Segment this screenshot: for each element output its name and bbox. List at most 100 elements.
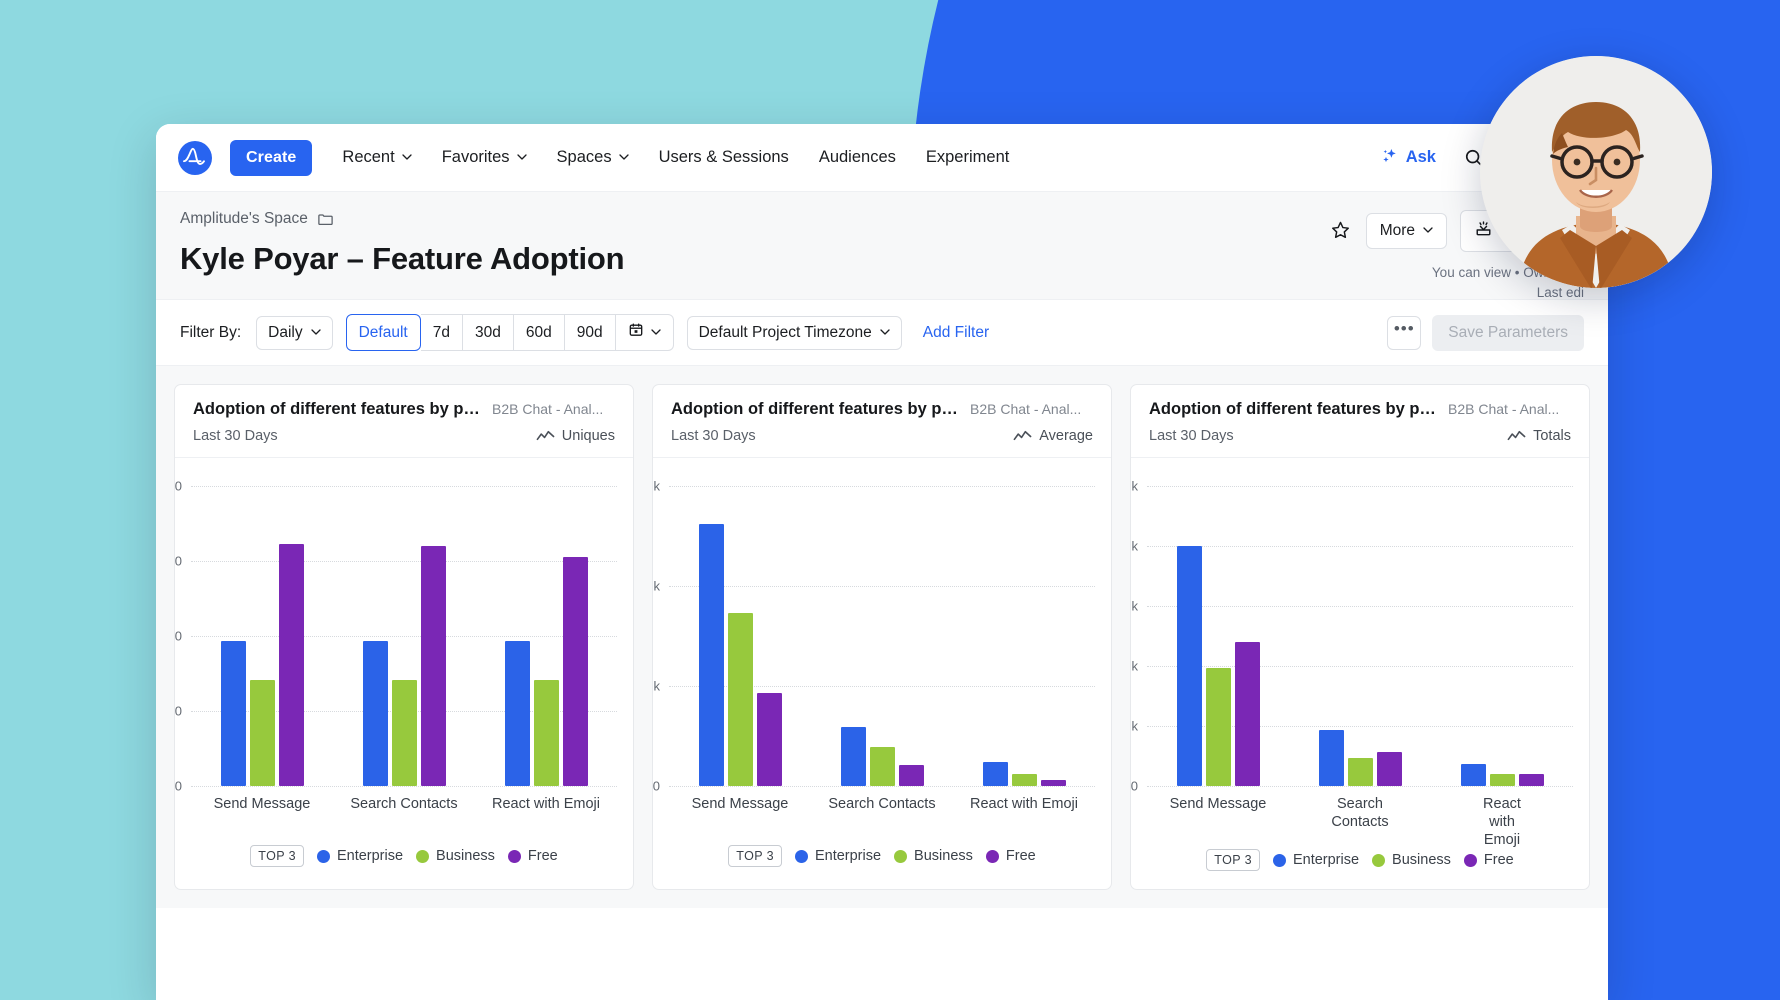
legend-item-free[interactable]: Free — [508, 848, 558, 864]
bar[interactable] — [421, 546, 446, 786]
chart-card-header: Adoption of different features by plan .… — [175, 385, 633, 458]
folder-icon — [317, 211, 334, 228]
nav-item-users-and-sessions[interactable]: Users & Sessions — [659, 148, 789, 167]
legend-item-enterprise[interactable]: Enterprise — [1273, 852, 1359, 868]
nav-item-recent[interactable]: Recent — [342, 148, 411, 167]
nav-item-experiment[interactable]: Experiment — [926, 148, 1009, 167]
create-button[interactable]: Create — [230, 140, 312, 176]
bar[interactable] — [870, 747, 895, 786]
chart-card-source: B2B Chat - Anal... — [970, 401, 1081, 417]
x-axis-labels: Send MessageSearch ContactsReact with Em… — [191, 795, 617, 813]
bar-chart: 3k2k1k0 Send MessageSearch ContactsReact… — [653, 458, 1111, 845]
top-navigation-bar: Create Recent Favorites Spaces User — [156, 124, 1608, 192]
bar-chart: 8006004002000 Send MessageSearch Contact… — [175, 458, 633, 845]
subscribe-icon — [1474, 219, 1493, 243]
bar-group-container — [1147, 486, 1573, 786]
save-parameters-button[interactable]: Save Parameters — [1432, 315, 1584, 351]
legend-item-business[interactable]: Business — [416, 848, 495, 864]
timezone-select[interactable]: Default Project Timezone — [687, 316, 902, 350]
grid-line — [669, 786, 1095, 787]
star-icon[interactable] — [1329, 219, 1353, 243]
nav-item-spaces[interactable]: Spaces — [557, 148, 629, 167]
interval-select[interactable]: Daily — [256, 316, 332, 350]
chart-card-date-range: Last 30 Days — [193, 428, 278, 444]
bar[interactable] — [1377, 752, 1402, 786]
bar[interactable] — [363, 641, 388, 787]
y-axis-tick-label: 0 — [653, 779, 669, 794]
bar[interactable] — [699, 524, 724, 786]
legend-item-business[interactable]: Business — [1372, 852, 1451, 868]
bar[interactable] — [1319, 730, 1344, 786]
bar[interactable] — [1177, 546, 1202, 786]
bar[interactable] — [1235, 642, 1260, 786]
bar[interactable] — [1461, 764, 1486, 786]
bar[interactable] — [534, 680, 559, 786]
chart-card-metric[interactable]: Totals — [1507, 428, 1571, 444]
range-option-60d[interactable]: 60d — [514, 314, 565, 351]
x-axis-tick-label: Send Message — [669, 795, 811, 813]
bar-group — [475, 486, 617, 786]
x-axis-tick-label: React with Emoji — [1431, 795, 1573, 849]
range-option-30d[interactable]: 30d — [463, 314, 514, 351]
bar[interactable] — [1041, 780, 1066, 786]
legend-label: Free — [1006, 848, 1036, 864]
chart-card-title-row: Adoption of different features by plan .… — [193, 400, 615, 419]
breadcrumb-label: Amplitude's Space — [180, 210, 308, 228]
more-label: More — [1380, 222, 1415, 240]
bar-group-container — [191, 486, 617, 786]
range-option-default[interactable]: Default — [346, 314, 421, 351]
y-axis-tick-label: 1,250k — [1130, 479, 1147, 494]
bar[interactable] — [1348, 758, 1373, 786]
bar[interactable] — [505, 641, 530, 787]
legend-item-free[interactable]: Free — [986, 848, 1036, 864]
bar[interactable] — [221, 641, 246, 787]
add-filter-link[interactable]: Add Filter — [923, 324, 989, 342]
bar[interactable] — [250, 680, 275, 786]
bar[interactable] — [1206, 668, 1231, 786]
timezone-value: Default Project Timezone — [699, 324, 872, 342]
amplitude-logo-icon[interactable] — [176, 139, 214, 177]
chart-card-metric[interactable]: Average — [1013, 428, 1093, 444]
filter-by-label: Filter By: — [180, 324, 241, 342]
range-option-90d[interactable]: 90d — [565, 314, 616, 351]
legend-color-swatch — [1464, 854, 1477, 867]
chart-legend: TOP 3 Enterprise Business Free — [653, 845, 1111, 889]
chart-card-date-range: Last 30 Days — [1149, 428, 1234, 444]
range-option-7d[interactable]: 7d — [421, 314, 463, 351]
chart-card-subheader: Last 30 Days Uniques — [193, 428, 615, 444]
chart-card-title[interactable]: Adoption of different features by plan .… — [1149, 400, 1439, 419]
bar[interactable] — [1519, 774, 1544, 786]
chart-card-title[interactable]: Adoption of different features by plan .… — [193, 400, 483, 419]
legend-item-free[interactable]: Free — [1464, 852, 1514, 868]
legend-item-enterprise[interactable]: Enterprise — [317, 848, 403, 864]
bar[interactable] — [841, 727, 866, 786]
y-axis-tick-label: 0 — [175, 779, 191, 794]
bar[interactable] — [757, 693, 782, 787]
plot-area: 1,250k1,000k750k500k250k0 — [1147, 486, 1573, 786]
bar[interactable] — [983, 762, 1008, 786]
nav-item-favorites[interactable]: Favorites — [442, 148, 527, 167]
more-button[interactable]: More — [1366, 213, 1447, 249]
grid-line — [191, 786, 617, 787]
chart-card-title[interactable]: Adoption of different features by plan .… — [671, 400, 961, 419]
trend-icon — [536, 429, 555, 443]
legend-item-enterprise[interactable]: Enterprise — [795, 848, 881, 864]
bar[interactable] — [1012, 774, 1037, 786]
bar[interactable] — [392, 680, 417, 786]
chart-card-metric[interactable]: Uniques — [536, 428, 615, 444]
nav-item-audiences[interactable]: Audiences — [819, 148, 896, 167]
chart-card-subheader: Last 30 Days Average — [671, 428, 1093, 444]
ask-button[interactable]: Ask — [1380, 146, 1436, 170]
bar[interactable] — [899, 765, 924, 786]
bar[interactable] — [1490, 774, 1515, 786]
bar[interactable] — [279, 544, 304, 786]
chevron-down-icon — [402, 152, 412, 162]
legend-color-swatch — [1273, 854, 1286, 867]
bar[interactable] — [563, 557, 588, 787]
x-axis-tick-label: Send Message — [1147, 795, 1289, 849]
legend-item-business[interactable]: Business — [894, 848, 973, 864]
filter-more-options-button[interactable]: ••• — [1387, 316, 1421, 350]
x-axis-tick-label: Search Contacts — [811, 795, 953, 813]
bar[interactable] — [728, 613, 753, 786]
custom-date-picker-button[interactable] — [616, 314, 674, 351]
